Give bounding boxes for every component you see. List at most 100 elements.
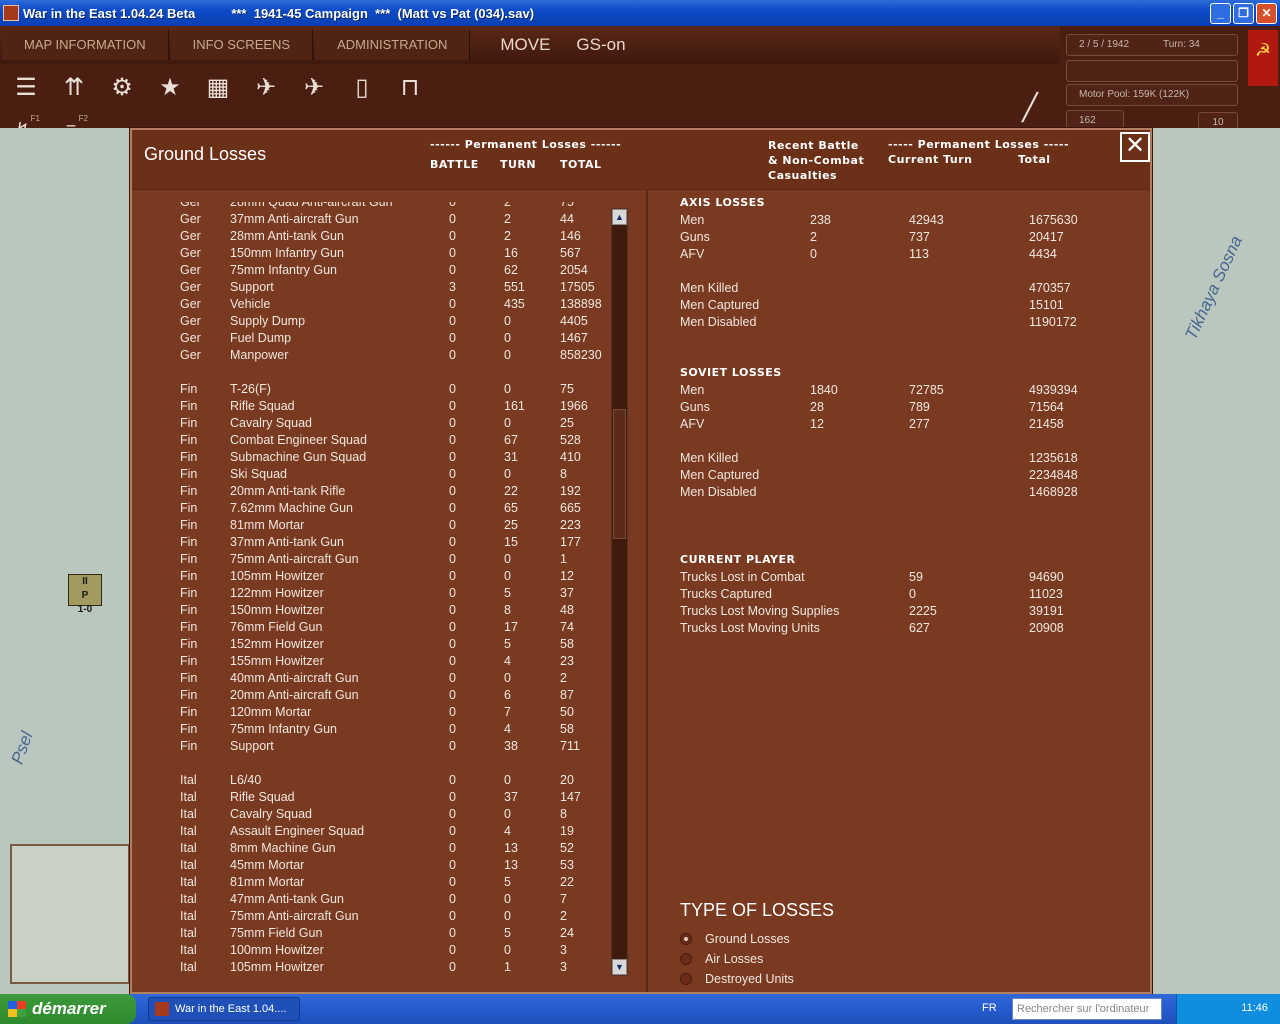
plane-icon[interactable]: ✈ — [292, 66, 336, 108]
star-icon[interactable]: ★ — [148, 66, 192, 108]
table-row[interactable]: Ger 28mm Quad Anti-aircraft Gun 0 2 75 — [132, 202, 646, 211]
motor-pool: Motor Pool: 159K (122K) — [1066, 84, 1238, 106]
table-row[interactable]: Fin 40mm Anti-aircraft Gun 0 0 2 — [132, 670, 646, 687]
gear-icon[interactable]: ⚙ — [100, 66, 144, 108]
scroll-down-icon[interactable]: ▼ — [612, 959, 627, 975]
table-row[interactable]: Fin 155mm Howitzer 0 4 23 — [132, 653, 646, 670]
scroll-up-icon[interactable]: ▲ — [612, 209, 627, 225]
table-row[interactable]: Ger Manpower 0 0 858230 — [132, 347, 646, 364]
table-row[interactable]: Fin 81mm Mortar 0 25 223 — [132, 517, 646, 534]
pencil-icon[interactable]: ╱ — [1010, 92, 1050, 132]
table-row[interactable]: Ital 47mm Anti-tank Gun 0 0 7 — [132, 891, 646, 908]
table-row[interactable]: Fin 150mm Howitzer 0 8 48 — [132, 602, 646, 619]
table-row[interactable]: Ital 105mm Howitzer 0 1 3 — [132, 959, 646, 976]
units-icon[interactable]: ⇈ — [52, 66, 96, 108]
table-row[interactable]: Fin 7.62mm Machine Gun 0 65 665 — [132, 500, 646, 517]
table-row[interactable]: Fin 152mm Howitzer 0 5 58 — [132, 636, 646, 653]
axis-label: AFV — [680, 247, 705, 261]
table-row[interactable]: Fin 75mm Infantry Gun 0 4 58 — [132, 721, 646, 738]
total-losses: 4405 — [560, 314, 588, 328]
tab-map-information[interactable]: MAP INFORMATION — [2, 30, 169, 60]
tab-administration[interactable]: ADMINISTRATION — [315, 30, 471, 60]
rail-icon[interactable]: ⊓ — [388, 66, 432, 108]
table-row[interactable]: Fin 122mm Howitzer 0 5 37 — [132, 585, 646, 602]
table-row[interactable]: Ital 75mm Field Gun 0 5 24 — [132, 925, 646, 942]
list-scrollbar[interactable]: ▲ ▼ — [611, 208, 628, 976]
mode-indicator[interactable]: MOVE — [500, 35, 550, 55]
fuel-icon[interactable]: ▯ — [340, 66, 384, 108]
maximize-button[interactable]: ❐ — [1233, 3, 1254, 24]
table-row[interactable]: Ital Assault Engineer Squad 0 4 19 — [132, 823, 646, 840]
soviet-recent: 1840 — [810, 383, 838, 397]
table-row[interactable]: Ger 150mm Infantry Gun 0 16 567 — [132, 245, 646, 262]
start-button[interactable]: démarrer — [0, 994, 136, 1024]
axis-row-afv: AFV 0 113 4434 — [680, 246, 1140, 263]
table-row[interactable]: Ger 75mm Infantry Gun 0 62 2054 — [132, 262, 646, 279]
table-row[interactable]: Ital 100mm Howitzer 0 0 3 — [132, 942, 646, 959]
table-row[interactable]: Fin Combat Engineer Squad 0 67 528 — [132, 432, 646, 449]
minimap[interactable] — [10, 844, 130, 984]
table-row[interactable]: Fin 37mm Anti-tank Gun 0 15 177 — [132, 534, 646, 551]
col-current-turn: Current Turn — [888, 153, 973, 166]
table-row[interactable]: Fin Submachine Gun Squad 0 31 410 — [132, 449, 646, 466]
tab-info-screens[interactable]: INFO SCREENS — [170, 30, 314, 60]
radio-ground-losses[interactable]: Ground Losses — [680, 930, 790, 948]
soviet-current: 277 — [909, 417, 930, 431]
table-row[interactable]: Ital 81mm Mortar 0 5 22 — [132, 874, 646, 891]
table-row[interactable]: Ger Vehicle 0 435 138898 — [132, 296, 646, 313]
equipment-losses-list[interactable]: Ger 28mm Quad Anti-aircraft Gun 0 2 75 Ger 37m… — [132, 202, 646, 978]
table-row[interactable]: Fin 20mm Anti-tank Rifle 0 22 192 — [132, 483, 646, 500]
radio-icon[interactable] — [680, 973, 692, 985]
clock: 11:46 — [1241, 1002, 1268, 1014]
radio-air-losses[interactable]: Air Losses — [680, 950, 763, 968]
table-row[interactable]: Fin Cavalry Squad 0 0 25 — [132, 415, 646, 432]
factory-icon[interactable]: ▦ — [196, 66, 240, 108]
table-row[interactable]: Ital L6/40 0 0 20 — [132, 772, 646, 789]
turn-losses: 37 — [504, 790, 518, 804]
close-dialog-button[interactable]: ✕ — [1120, 132, 1150, 162]
gs-indicator[interactable]: GS-on — [576, 35, 625, 55]
table-row[interactable]: Ital Rifle Squad 0 37 147 — [132, 789, 646, 806]
turn-losses: 31 — [504, 450, 518, 464]
table-row[interactable]: Ital Cavalry Squad 0 0 8 — [132, 806, 646, 823]
table-row[interactable]: Fin 120mm Mortar 0 7 50 — [132, 704, 646, 721]
battle-losses: 0 — [449, 202, 456, 209]
table-row[interactable]: Ital 75mm Anti-aircraft Gun 0 0 2 — [132, 908, 646, 925]
scroll-thumb[interactable] — [613, 409, 626, 539]
recent-casualties-header: Recent Battle & Non-Combat Casualties — [768, 139, 865, 182]
table-row[interactable]: Ger Fuel Dump 0 0 1467 — [132, 330, 646, 347]
truck-current: 0 — [909, 587, 916, 601]
table-row[interactable]: Fin Ski Squad 0 0 8 — [132, 466, 646, 483]
radio-destroyed-units[interactable]: Destroyed Units — [680, 970, 794, 988]
table-row[interactable]: Fin Support 0 38 711 — [132, 738, 646, 755]
window-title-bar: War in the East 1.04.24 Beta *** 1941-45… — [0, 0, 1280, 26]
truck-label: Trucks Captured — [680, 587, 772, 601]
unit-counter[interactable]: II P 1-0 — [68, 574, 102, 615]
language-indicator[interactable]: FR — [982, 1002, 997, 1014]
table-row[interactable]: Fin 76mm Field Gun 0 17 74 — [132, 619, 646, 636]
table-row[interactable]: Fin T-26(F) 0 0 75 — [132, 381, 646, 398]
table-row[interactable]: Fin 105mm Howitzer 0 0 12 — [132, 568, 646, 585]
table-row[interactable]: Ital 8mm Machine Gun 0 13 52 — [132, 840, 646, 857]
table-row[interactable]: Ger Supply Dump 0 0 4405 — [132, 313, 646, 330]
table-row[interactable]: Ital 45mm Mortar 0 13 53 — [132, 857, 646, 874]
table-row[interactable]: Ger 28mm Anti-tank Gun 0 2 146 — [132, 228, 646, 245]
table-row[interactable]: Ger 37mm Anti-aircraft Gun 0 2 44 — [132, 211, 646, 228]
table-row[interactable]: Ger Support 3 551 17505 — [132, 279, 646, 296]
desktop-search-input[interactable]: Rechercher sur l'ordinateur — [1012, 998, 1162, 1020]
crossed-planes-icon[interactable]: ✈ — [244, 66, 288, 108]
close-window-button[interactable]: ✕ — [1256, 3, 1277, 24]
radio-icon[interactable] — [680, 953, 692, 965]
table-row[interactable]: Fin 20mm Anti-aircraft Gun 0 6 87 — [132, 687, 646, 704]
radio-selected-icon[interactable] — [680, 933, 692, 945]
minimize-button[interactable]: _ — [1210, 3, 1231, 24]
total-losses: 1467 — [560, 331, 588, 345]
taskbar-item-game[interactable]: War in the East 1.04.... — [148, 997, 300, 1021]
table-row[interactable]: Fin Rifle Squad 0 161 1966 — [132, 398, 646, 415]
truck-total: 94690 — [1029, 570, 1064, 584]
stack-icon[interactable]: ☰ — [4, 66, 48, 108]
battle-losses: 0 — [449, 416, 456, 430]
equipment-name: Submachine Gun Squad — [230, 450, 367, 464]
table-row[interactable]: Fin 75mm Anti-aircraft Gun 0 0 1 — [132, 551, 646, 568]
